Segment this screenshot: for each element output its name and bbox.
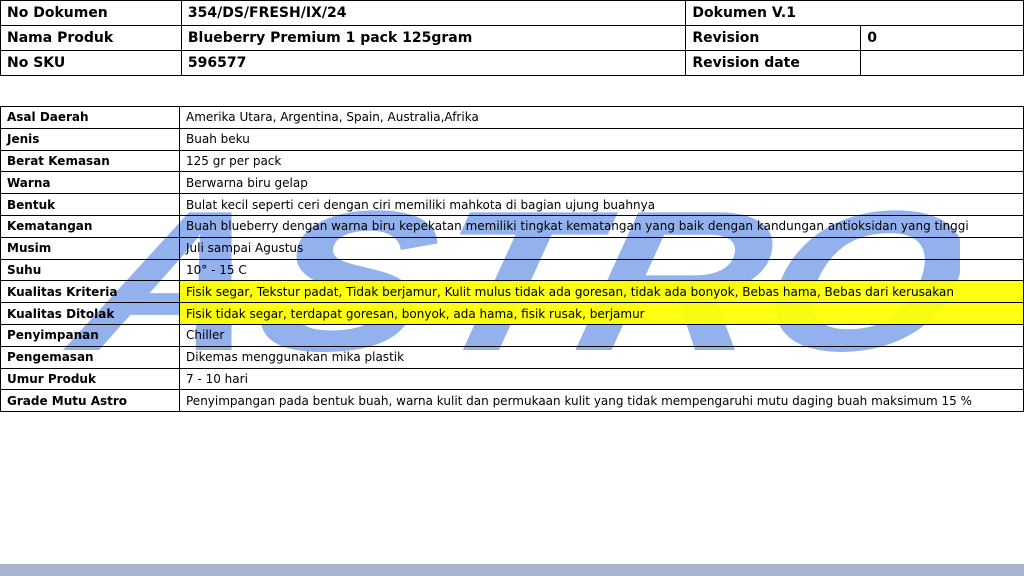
spec-value: 7 - 10 hari bbox=[179, 367, 1024, 391]
spec-row-kualitas-ditolak: Kualitas Ditolak Fisik tidak segar, terd… bbox=[0, 302, 1024, 325]
header-row-sku: No SKU 596577 Revision date bbox=[0, 50, 1024, 76]
spec-label: Kualitas Kriteria bbox=[0, 280, 180, 304]
spec-value: Buah beku bbox=[179, 127, 1024, 151]
spec-value: Dikemas menggunakan mika plastik bbox=[179, 345, 1024, 369]
spec-label: Umur Produk bbox=[0, 367, 180, 391]
sku-label: No SKU bbox=[0, 50, 182, 76]
sku-value: 596577 bbox=[180, 50, 687, 76]
header-row-product-name: Nama Produk Blueberry Premium 1 pack 125… bbox=[0, 25, 1024, 51]
header-row-doc-number: No Dokumen 354/DS/FRESH/IX/24 Dokumen V.… bbox=[0, 0, 1024, 26]
spec-label: Jenis bbox=[0, 127, 180, 151]
revision-label: Revision bbox=[685, 25, 862, 51]
spec-value: Bulat kecil seperti ceri dengan ciri mem… bbox=[179, 193, 1024, 216]
product-name-value: Blueberry Premium 1 pack 125gram bbox=[180, 25, 687, 51]
spec-row-musim: Musim Juli sampai Agustus bbox=[0, 236, 1024, 260]
document-header-table: No Dokumen 354/DS/FRESH/IX/24 Dokumen V.… bbox=[0, 0, 1024, 76]
revision-date-value bbox=[860, 50, 1024, 76]
spec-row-jenis: Jenis Buah beku bbox=[0, 127, 1024, 151]
spec-label: Warna bbox=[0, 171, 180, 195]
spec-label: Suhu bbox=[0, 258, 180, 282]
doc-version: Dokumen V.1 bbox=[685, 0, 1024, 26]
footer-bar bbox=[0, 564, 1024, 576]
spec-label: Berat Kemasan bbox=[0, 149, 180, 173]
spec-value: Berwarna biru gelap bbox=[179, 171, 1024, 195]
spec-value-highlighted: Fisik tidak segar, terdapat goresan, bon… bbox=[179, 302, 1024, 325]
spec-value: 125 gr per pack bbox=[179, 149, 1024, 173]
revision-date-label: Revision date bbox=[685, 50, 862, 76]
doc-number-label: No Dokumen bbox=[0, 0, 182, 26]
spec-value: Amerika Utara, Argentina, Spain, Austral… bbox=[179, 106, 1024, 129]
spec-row-asal-daerah: Asal Daerah Amerika Utara, Argentina, Sp… bbox=[0, 106, 1024, 129]
product-spec-table: Asal Daerah Amerika Utara, Argentina, Sp… bbox=[0, 106, 1024, 413]
spec-label: Kematangan bbox=[0, 214, 180, 238]
spec-row-kualitas-kriteria: Kualitas Kriteria Fisik segar, Tekstur p… bbox=[0, 280, 1024, 304]
spec-label: Pengemasan bbox=[0, 345, 180, 369]
spec-row-berat-kemasan: Berat Kemasan 125 gr per pack bbox=[0, 149, 1024, 173]
spec-value: Juli sampai Agustus bbox=[179, 236, 1024, 260]
spec-row-grade-mutu: Grade Mutu Astro Penyimpangan pada bentu… bbox=[0, 389, 1024, 413]
spec-row-pengemasan: Pengemasan Dikemas menggunakan mika plas… bbox=[0, 345, 1024, 369]
doc-number-value: 354/DS/FRESH/IX/24 bbox=[180, 0, 687, 26]
spec-value-highlighted: Fisik segar, Tekstur padat, Tidak berjam… bbox=[179, 280, 1024, 304]
spec-row-bentuk: Bentuk Bulat kecil seperti ceri dengan c… bbox=[0, 193, 1024, 216]
spec-row-umur-produk: Umur Produk 7 - 10 hari bbox=[0, 367, 1024, 391]
spec-label: Penyimpanan bbox=[0, 323, 180, 347]
spec-value: Chiller bbox=[179, 323, 1024, 347]
spec-value: Buah blueberry dengan warna biru kepekat… bbox=[179, 214, 1024, 238]
spec-row-penyimpanan: Penyimpanan Chiller bbox=[0, 323, 1024, 347]
spec-value: 10° - 15 C bbox=[179, 258, 1024, 282]
spec-row-kematangan: Kematangan Buah blueberry dengan warna b… bbox=[0, 214, 1024, 238]
spec-value: Penyimpangan pada bentuk buah, warna kul… bbox=[179, 389, 1024, 413]
spec-label: Kualitas Ditolak bbox=[0, 302, 180, 325]
spec-row-suhu: Suhu 10° - 15 C bbox=[0, 258, 1024, 282]
revision-value: 0 bbox=[860, 25, 1024, 51]
product-name-label: Nama Produk bbox=[0, 25, 182, 51]
spec-row-warna: Warna Berwarna biru gelap bbox=[0, 171, 1024, 195]
spec-label: Bentuk bbox=[0, 193, 180, 216]
spec-label: Grade Mutu Astro bbox=[0, 389, 180, 413]
spec-label: Asal Daerah bbox=[0, 106, 180, 129]
spec-label: Musim bbox=[0, 236, 180, 260]
